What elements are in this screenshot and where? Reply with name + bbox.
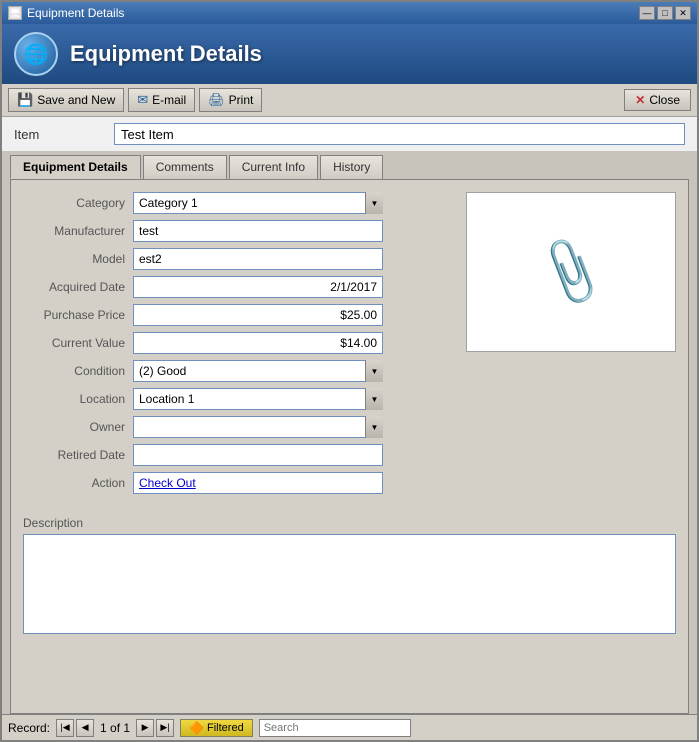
retired-date-label: Retired Date [23, 448, 133, 462]
retired-date-row: Retired Date [23, 444, 454, 466]
action-label: Action [23, 476, 133, 490]
status-bar: Record: |◀ ◀ 1 of 1 ▶ ▶| 🔶 Filtered [2, 714, 697, 740]
save-icon: 💾 [17, 92, 33, 108]
current-value-row: Current Value [23, 332, 454, 354]
email-button[interactable]: ✉ E-mail [128, 88, 195, 112]
owner-select-wrapper: ▼ [133, 416, 383, 438]
purchase-price-row: Purchase Price [23, 304, 454, 326]
category-row: Category Category 1 Category 2 Category … [23, 192, 454, 214]
title-bar-left: 🖥 Equipment Details [8, 6, 124, 20]
close-icon: ✕ [635, 93, 645, 107]
globe-icon: 🌐 [24, 42, 49, 67]
condition-select-wrapper: (1) Excellent (2) Good (3) Fair (4) Poor… [133, 360, 383, 382]
model-row: Model [23, 248, 454, 270]
owner-select[interactable] [133, 416, 383, 438]
model-label: Model [23, 252, 133, 266]
main-tabs-container: Equipment Details Comments Current Info … [2, 151, 697, 714]
location-select[interactable]: Location 1 Location 2 Location 3 [133, 388, 383, 410]
filtered-label: Filtered [207, 722, 244, 734]
condition-label: Condition [23, 364, 133, 378]
record-number: 1 of 1 [96, 721, 134, 735]
tab-content: Category Category 1 Category 2 Category … [10, 179, 689, 714]
acquired-date-row: Acquired Date [23, 276, 454, 298]
acquired-date-input[interactable] [133, 276, 383, 298]
image-box: 📎 [466, 192, 676, 352]
filtered-button[interactable]: 🔶 Filtered [180, 719, 253, 737]
condition-select[interactable]: (1) Excellent (2) Good (3) Fair (4) Poor [133, 360, 383, 382]
record-nav: |◀ ◀ 1 of 1 ▶ ▶| [56, 719, 174, 737]
header-band: 🌐 Equipment Details [2, 24, 697, 84]
header-icon: 🌐 [14, 32, 58, 76]
action-field: Check Out [133, 472, 383, 494]
location-label: Location [23, 392, 133, 406]
category-select[interactable]: Category 1 Category 2 Category 3 [133, 192, 383, 214]
model-input[interactable] [133, 248, 383, 270]
check-out-link[interactable]: Check Out [139, 476, 196, 490]
next-record-button[interactable]: ▶ [136, 719, 154, 737]
toolbar: 💾 Save and New ✉ E-mail 🖨 Print ✕ Close [2, 84, 697, 117]
condition-row: Condition (1) Excellent (2) Good (3) Fai… [23, 360, 454, 382]
print-icon: 🖨 [208, 92, 225, 108]
email-icon: ✉ [137, 92, 148, 108]
window-icon: 🖥 [8, 6, 22, 20]
content-area: Category Category 1 Category 2 Category … [23, 192, 676, 500]
print-label: Print [229, 93, 254, 107]
location-row: Location Location 1 Location 2 Location … [23, 388, 454, 410]
tab-equipment-details[interactable]: Equipment Details [10, 155, 141, 179]
item-row: Item [2, 117, 697, 151]
manufacturer-row: Manufacturer [23, 220, 454, 242]
description-label: Description [23, 516, 676, 530]
manufacturer-input[interactable] [133, 220, 383, 242]
main-window: 🖥 Equipment Details — □ ✕ 🌐 Equipment De… [0, 0, 699, 742]
current-value-input[interactable] [133, 332, 383, 354]
paperclip-icon: 📎 [532, 234, 611, 311]
search-input[interactable] [259, 719, 411, 737]
title-bar-controls: — □ ✕ [639, 6, 691, 20]
purchase-price-input[interactable] [133, 304, 383, 326]
window-title: Equipment Details [27, 6, 124, 20]
description-textarea[interactable] [23, 534, 676, 634]
owner-row: Owner ▼ [23, 416, 454, 438]
image-section: 📎 [466, 192, 676, 500]
filter-icon: 🔶 [189, 721, 204, 735]
minimize-button[interactable]: — [639, 6, 655, 20]
acquired-date-label: Acquired Date [23, 280, 133, 294]
item-label: Item [14, 127, 114, 142]
prev-record-button[interactable]: ◀ [76, 719, 94, 737]
record-label: Record: [8, 721, 50, 735]
email-label: E-mail [152, 93, 186, 107]
restore-button[interactable]: □ [657, 6, 673, 20]
form-section: Category Category 1 Category 2 Category … [23, 192, 454, 500]
manufacturer-label: Manufacturer [23, 224, 133, 238]
category-select-wrapper: Category 1 Category 2 Category 3 ▼ [133, 192, 383, 214]
action-row: Action Check Out [23, 472, 454, 494]
header-title: Equipment Details [70, 41, 262, 67]
tab-history[interactable]: History [320, 155, 383, 179]
tab-comments[interactable]: Comments [143, 155, 227, 179]
title-bar: 🖥 Equipment Details — □ ✕ [2, 2, 697, 24]
item-input[interactable] [114, 123, 685, 145]
current-value-label: Current Value [23, 336, 133, 350]
category-label: Category [23, 196, 133, 210]
save-new-button[interactable]: 💾 Save and New [8, 88, 124, 112]
print-button[interactable]: 🖨 Print [199, 88, 262, 112]
last-record-button[interactable]: ▶| [156, 719, 174, 737]
tabs-row: Equipment Details Comments Current Info … [10, 155, 689, 179]
location-select-wrapper: Location 1 Location 2 Location 3 ▼ [133, 388, 383, 410]
tab-current-info[interactable]: Current Info [229, 155, 318, 179]
close-window-button[interactable]: ✕ [675, 6, 691, 20]
purchase-price-label: Purchase Price [23, 308, 133, 322]
owner-label: Owner [23, 420, 133, 434]
retired-date-input[interactable] [133, 444, 383, 466]
first-record-button[interactable]: |◀ [56, 719, 74, 737]
close-button[interactable]: ✕ Close [624, 89, 691, 111]
close-label: Close [649, 93, 680, 107]
save-new-label: Save and New [37, 93, 115, 107]
description-section: Description [23, 516, 676, 637]
